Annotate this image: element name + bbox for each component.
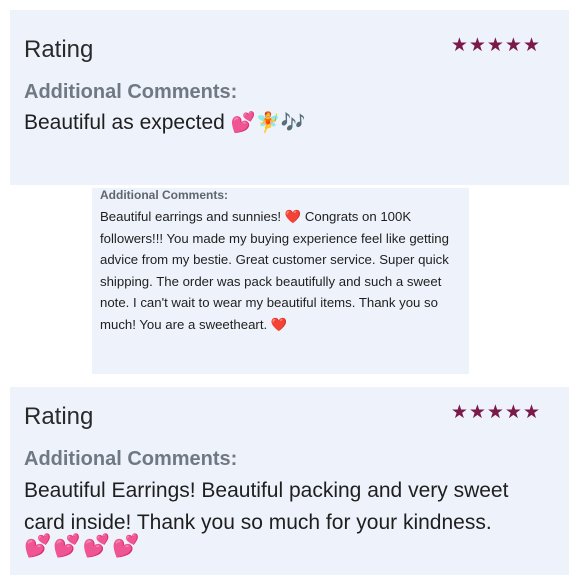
- rating-title: Rating: [24, 403, 94, 430]
- review-comment: Beautiful as expected 💕🧚🎶: [24, 107, 551, 139]
- review-card-2: Additional Comments: Beautiful earrings …: [92, 188, 469, 374]
- review-comment-text-part1: Beautiful earrings and sunnies!: [100, 209, 282, 224]
- review-comment-text: Beautiful as expected: [24, 111, 225, 134]
- heart-icon: ❤️: [284, 209, 302, 224]
- emoji-group: 💕💕💕💕: [24, 533, 142, 558]
- review-card-3: Rating ★★★★★ Additional Comments: Beauti…: [10, 387, 569, 575]
- review-card-1: Rating ★★★★★ Additional Comments: Beauti…: [10, 10, 569, 185]
- rating-title: Rating: [24, 36, 94, 63]
- additional-comments-label: Additional Comments:: [24, 448, 238, 470]
- emoji-group: 💕🧚🎶: [230, 112, 306, 134]
- review-comment-text-part2: Congrats on 100K followers!!! You made m…: [100, 209, 449, 332]
- additional-comments-label: Additional Comments:: [24, 81, 238, 103]
- heart-icon: ❤️: [270, 316, 288, 332]
- review-comment: Beautiful earrings and sunnies! ❤️ Congr…: [100, 206, 455, 335]
- star-rating: ★★★★★: [450, 35, 541, 56]
- star-rating: ★★★★★: [450, 402, 541, 423]
- review-comment-text: Beautiful Earrings! Beautiful packing an…: [24, 479, 509, 534]
- additional-comments-label: Additional Comments:: [100, 188, 228, 200]
